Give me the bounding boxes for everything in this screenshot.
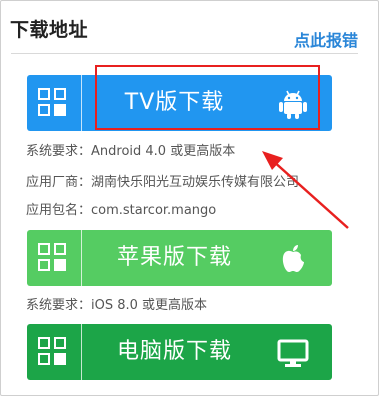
android-package: 应用包名：com.starcor.mango bbox=[26, 203, 217, 218]
button-separator bbox=[81, 230, 82, 286]
ios-requirement: 系统要求：iOS 8.0 或更高版本 bbox=[26, 298, 208, 313]
tv-download-button[interactable]: TV版下载 bbox=[27, 75, 332, 131]
app-grid-icon bbox=[38, 243, 68, 273]
apple-icon bbox=[282, 245, 304, 272]
apple-download-label: 苹果版下载 bbox=[116, 245, 232, 270]
apple-download-button[interactable]: 苹果版下载 bbox=[27, 230, 332, 286]
button-separator bbox=[81, 75, 82, 131]
pc-download-label: 电脑版下载 bbox=[116, 339, 232, 364]
app-grid-icon bbox=[38, 88, 68, 118]
button-separator bbox=[81, 324, 82, 380]
download-panel: 下载地址 点此报错 TV版下载 系统要求：Android 4.0 或更高版本 应… bbox=[0, 0, 379, 396]
tv-download-label: TV版下载 bbox=[124, 90, 225, 115]
panel-title: 下载地址 bbox=[10, 19, 89, 41]
header-divider bbox=[11, 53, 358, 54]
android-vendor: 应用厂商：湖南快乐阳光互动娱乐传媒有限公司 bbox=[26, 175, 300, 190]
monitor-icon bbox=[277, 339, 309, 367]
android-icon bbox=[279, 90, 307, 119]
android-requirement: 系统要求：Android 4.0 或更高版本 bbox=[26, 144, 236, 159]
panel-header: 下载地址 点此报错 bbox=[8, 15, 358, 50]
pc-download-button[interactable]: 电脑版下载 bbox=[27, 324, 332, 380]
report-error-link[interactable]: 点此报错 bbox=[294, 27, 358, 51]
app-grid-icon bbox=[38, 337, 68, 367]
